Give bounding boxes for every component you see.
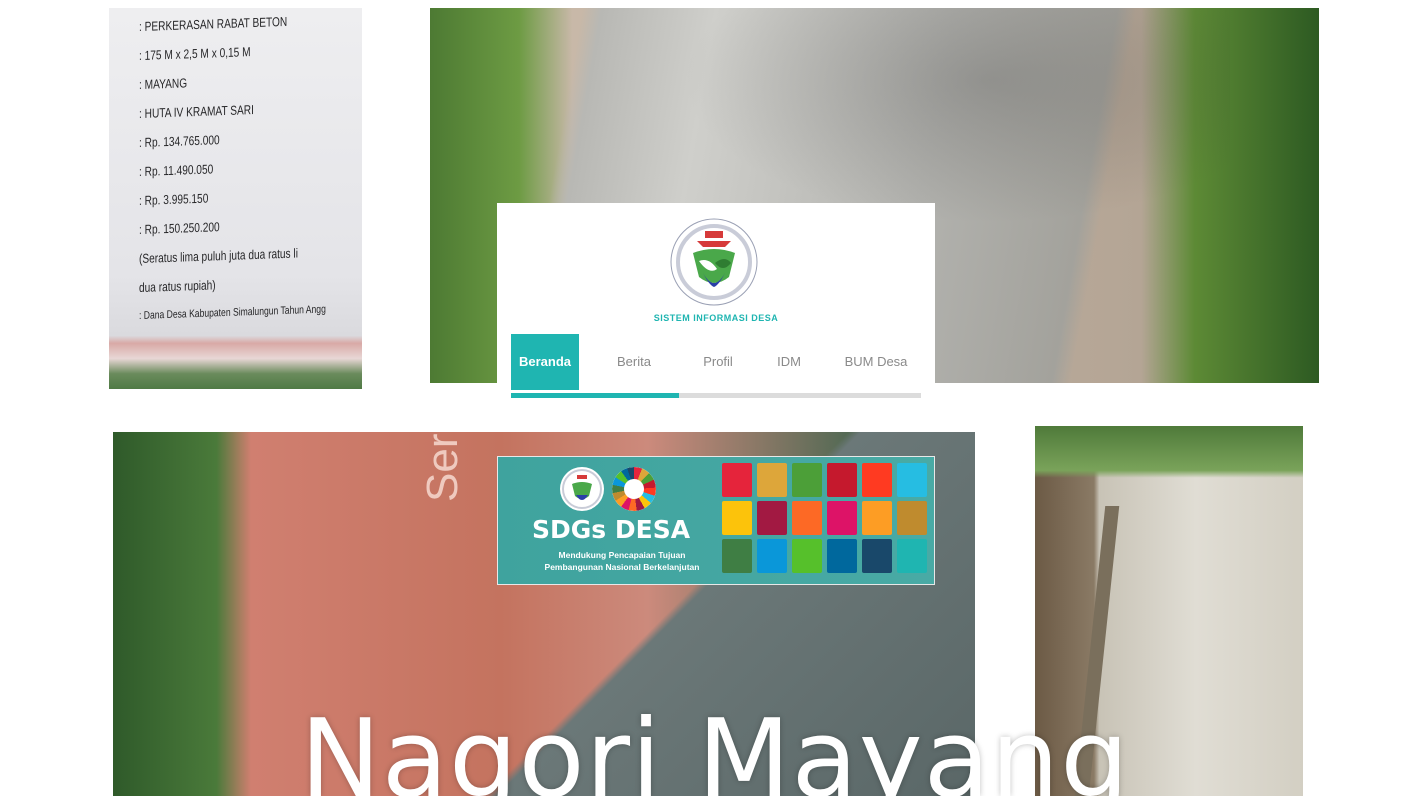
nav-item-profil[interactable]: Profil xyxy=(689,334,747,390)
sdg-goal-tile xyxy=(897,501,927,535)
sdg-goal-tile xyxy=(862,463,892,497)
main-nav: Beranda Berita Profil IDM BUM Desa xyxy=(511,334,921,390)
sdg-goal-tile xyxy=(757,539,787,573)
sdg-goal-tile xyxy=(722,539,752,573)
signboard-photo: : PERKERASAN RABAT BETON : 175 M x 2,5 M… xyxy=(109,8,362,389)
site-name: SISTEM INFORMASI DESA xyxy=(653,313,779,323)
sdg-wheel-icon xyxy=(612,467,656,511)
sdgs-desa-banner[interactable]: SDGs DESA Mendukung Pencapaian Tujuan Pe… xyxy=(497,456,935,585)
sdg-goal-tile xyxy=(897,539,927,573)
sdg-goal-tile xyxy=(897,463,927,497)
website-card: SISTEM INFORMASI DESA Beranda Berita Pro… xyxy=(497,203,935,410)
sdg-goal-tile xyxy=(862,539,892,573)
signboard-text: : PERKERASAN RABAT BETON : 175 M x 2,5 M… xyxy=(139,8,362,331)
sdg-goal-tile xyxy=(722,501,752,535)
nav-item-idm[interactable]: IDM xyxy=(747,334,831,390)
sdg-logos xyxy=(560,467,656,511)
nav-item-beranda[interactable]: Beranda xyxy=(511,334,579,390)
sdgs-subtitle-line: Mendukung Pencapaian Tujuan xyxy=(558,550,686,560)
nav-scroll-indicator xyxy=(511,393,921,398)
sdg-goal-tile xyxy=(827,463,857,497)
overlay-title: Nagori Mayang xyxy=(300,706,1130,796)
nav-item-bum-desa[interactable]: BUM Desa xyxy=(831,334,921,390)
sdg-goal-tile xyxy=(792,463,822,497)
kemendesa-logo-icon[interactable] xyxy=(669,217,759,307)
sdg-goal-tile xyxy=(827,539,857,573)
nav-item-berita[interactable]: Berita xyxy=(579,334,689,390)
signboard-line: : Dana Desa Kabupaten Simalungun Tahun A… xyxy=(139,303,326,323)
kemendesa-logo-icon xyxy=(560,467,604,511)
sdgs-title: SDGs DESA xyxy=(532,515,691,544)
sdg-goal-tile xyxy=(722,463,752,497)
sdgs-subtitle-line: Pembangunan Nasional Berkelanjutan xyxy=(544,562,700,572)
nav-scroll-progress xyxy=(511,393,680,398)
cement-bag-label: Serba Guna xyxy=(418,432,468,502)
sdg-goal-tile xyxy=(757,501,787,535)
sdg-goal-tile xyxy=(792,501,822,535)
sdg-goal-tile xyxy=(792,539,822,573)
sdg-goal-tile xyxy=(862,501,892,535)
sdg-goal-tile xyxy=(757,463,787,497)
sdgs-subtitle: Mendukung Pencapaian Tujuan Pembangunan … xyxy=(512,549,732,573)
sdg-goal-tiles xyxy=(722,463,928,577)
sdg-goal-tile xyxy=(827,501,857,535)
